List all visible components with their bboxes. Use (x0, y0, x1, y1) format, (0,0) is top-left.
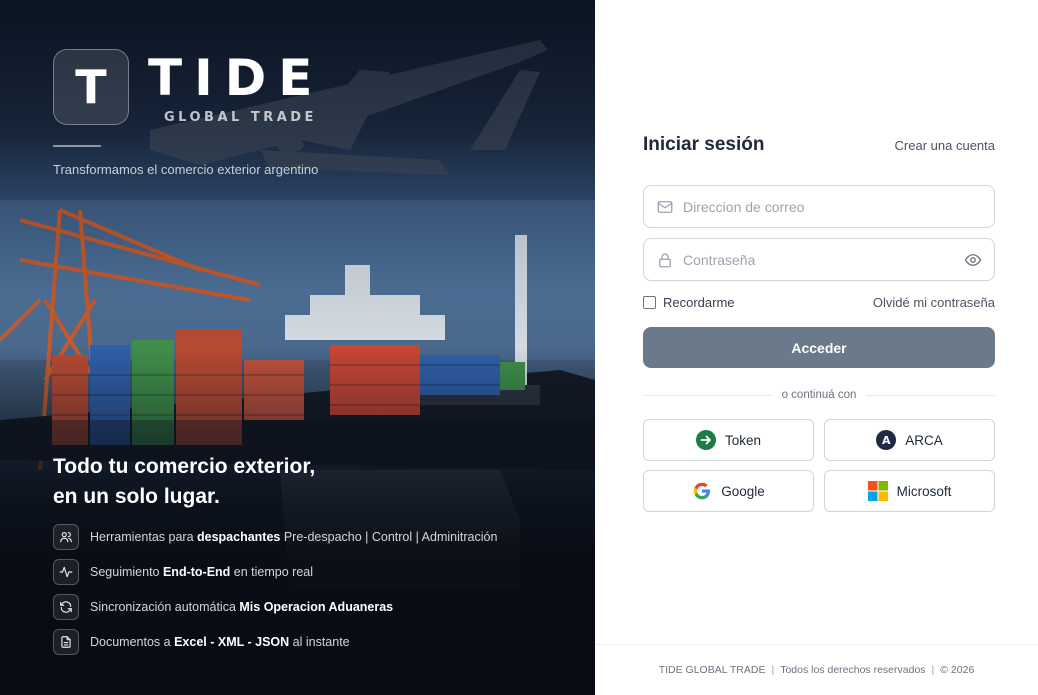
feature-item: Herramientas para despachantes Pre-despa… (53, 524, 573, 550)
google-login-button[interactable]: Google (643, 470, 814, 512)
footer-rights: Todos los derechos reservados (780, 664, 926, 676)
feature-text: Sincronización automática Mis Operacion … (90, 600, 393, 614)
arca-login-button[interactable]: A ARCA (824, 419, 995, 461)
microsoft-icon (867, 481, 888, 501)
arca-label: ARCA (905, 432, 943, 448)
divider-line (643, 394, 772, 396)
remember-me[interactable]: Recordarme (643, 295, 735, 310)
footer-company: TIDE GLOBAL TRADE (658, 664, 766, 676)
password-field[interactable] (643, 238, 995, 281)
eye-icon (964, 253, 982, 266)
footer-separator: | (931, 664, 935, 676)
feature-text-bold: Mis Operacion Aduaneras (239, 600, 394, 614)
hero-headline-line1: Todo tu comercio exterior, (53, 455, 316, 478)
feature-item: Documentos a Excel - XML - JSON al insta… (53, 629, 573, 655)
arca-icon-letter: A (881, 433, 891, 447)
brand-name: TIDE (148, 49, 325, 107)
google-icon (692, 481, 712, 501)
feature-text-pre: Sincronización automática (90, 600, 240, 614)
divider-text: o continuá con (781, 389, 857, 401)
hero-headline: Todo tu comercio exterior, en un solo lu… (53, 452, 493, 512)
token-icon (695, 430, 716, 450)
feature-text-post: Pre-despacho | Control | Adminitración (280, 530, 498, 544)
social-divider: o continuá con (643, 388, 995, 402)
password-input[interactable] (683, 251, 964, 268)
create-account-link[interactable]: Crear una cuenta (895, 138, 995, 153)
logo-mark: T (53, 49, 129, 125)
feature-text-bold: End-to-End (162, 565, 231, 579)
brand-divider (53, 145, 101, 147)
login-header: Iniciar sesión Crear una cuenta (643, 134, 995, 162)
remember-checkbox[interactable] (643, 295, 656, 309)
remember-label: Recordarme (663, 294, 735, 310)
feature-text-post: al instante (289, 635, 350, 649)
token-login-button[interactable]: Token (643, 419, 814, 461)
forgot-password-link[interactable]: Olvidé mi contraseña (873, 295, 995, 310)
feature-text-pre: Documentos a (90, 635, 175, 649)
submit-button[interactable]: Acceder (643, 327, 995, 368)
show-password-button[interactable] (964, 251, 982, 269)
footer-copyright: © 2026 (940, 664, 975, 676)
divider-line (866, 394, 995, 396)
footer-separator: | (771, 664, 775, 676)
brand-subtitle: GLOBAL TRADE (164, 110, 317, 125)
mail-icon (657, 200, 673, 213)
feature-text: Seguimiento End-to-End en tiempo real (90, 565, 313, 579)
feature-text-pre: Herramientas para (90, 530, 197, 544)
feature-text-bold: despachantes (197, 530, 281, 544)
brand-tagline: Transformamos el comercio exterior argen… (53, 162, 319, 177)
login-form: Iniciar sesión Crear una cuenta Re (643, 134, 995, 512)
feature-text-post: en tiempo real (230, 565, 313, 579)
page-footer: TIDE GLOBAL TRADE | Todos los derechos r… (595, 644, 1038, 695)
microsoft-login-button[interactable]: Microsoft (824, 470, 995, 512)
users-icon (53, 524, 79, 550)
feature-text: Herramientas para despachantes Pre-despa… (90, 530, 497, 544)
social-login-grid: Token A ARCA Google Microsoft (643, 419, 995, 512)
login-panel: Iniciar sesión Crear una cuenta Re (595, 0, 1038, 695)
feature-list: Herramientas para despachantes Pre-despa… (53, 524, 573, 664)
feature-text-bold: Excel - XML - JSON (174, 635, 290, 649)
hero-panel: T TIDE GLOBAL TRADE Transformamos el com… (0, 0, 595, 695)
microsoft-label: Microsoft (896, 483, 952, 499)
feature-item: Sincronización automática Mis Operacion … (53, 594, 573, 620)
logo-letter: T (75, 60, 107, 114)
document-icon (53, 629, 79, 655)
hero-headline-line2: en un solo lugar. (53, 485, 220, 508)
lock-icon (659, 252, 671, 267)
feature-item: Seguimiento End-to-End en tiempo real (53, 559, 573, 585)
login-title: Iniciar sesión (643, 134, 765, 155)
email-field[interactable] (643, 185, 995, 228)
email-input[interactable] (683, 198, 982, 215)
google-label: Google (721, 483, 765, 499)
login-options: Recordarme Olvidé mi contraseña (643, 294, 995, 310)
activity-icon (53, 559, 79, 585)
refresh-icon (53, 594, 79, 620)
feature-text-pre: Seguimiento (90, 565, 163, 579)
arca-icon: A (876, 430, 897, 450)
feature-text: Documentos a Excel - XML - JSON al insta… (90, 635, 350, 649)
token-label: Token (724, 432, 762, 448)
